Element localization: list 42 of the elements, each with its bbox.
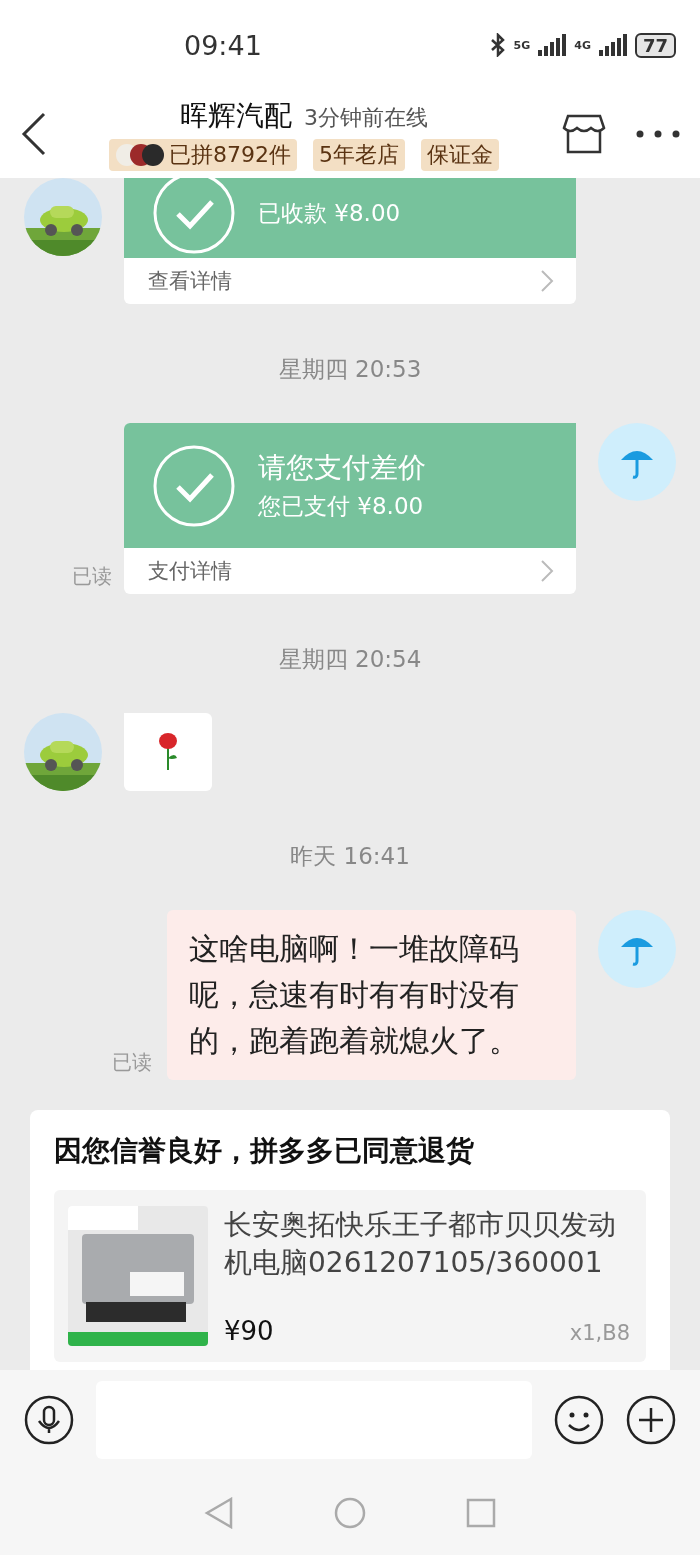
chevron-right-icon xyxy=(540,269,554,293)
emoji-icon[interactable] xyxy=(554,1395,604,1445)
timestamp: 星期四 20:53 xyxy=(277,355,423,384)
payment-card[interactable]: 已收款 ¥8.00 查看详情 xyxy=(124,178,576,304)
card-title: 请您支付差价 xyxy=(258,450,426,486)
online-status: 3分钟前在线 xyxy=(304,104,428,132)
back-icon[interactable] xyxy=(20,112,46,156)
chevron-right-icon xyxy=(540,559,554,583)
order-card[interactable]: 因您信誉良好，拼多多已同意退货 长安奥拓快乐王子都市贝贝发动机电脑0261207105/360001 ¥90 x1,B8 xyxy=(30,1110,670,1370)
shop-badge: 已拼8792件 xyxy=(109,139,297,171)
payment-amount: 已收款 ¥8.00 xyxy=(258,198,401,228)
product-panel[interactable]: 长安奥拓快乐王子都市贝贝发动机电脑0261207105/360001 ¥90 x1,B8 xyxy=(54,1190,646,1362)
timestamp: 昨天 16:41 xyxy=(289,842,411,871)
details-link[interactable]: 支付详情 xyxy=(148,557,232,585)
product-quantity: x1,B8 xyxy=(569,1321,630,1345)
shop-name: 晖辉汽配 xyxy=(180,98,292,134)
product-price: ¥90 xyxy=(224,1316,274,1346)
network-label: 5G xyxy=(513,38,531,52)
check-circle-icon xyxy=(152,443,236,528)
message-bubble: 这啥电脑啊！一堆故障码呢，怠速有时有有时没有的，跑着跑着就熄火了。 xyxy=(167,910,576,1080)
rose-icon xyxy=(157,732,179,772)
bluetooth-icon xyxy=(489,33,506,57)
plus-icon[interactable] xyxy=(626,1395,676,1445)
details-link[interactable]: 查看详情 xyxy=(148,267,232,295)
order-title: 因您信誉良好，拼多多已同意退货 xyxy=(54,1133,475,1169)
product-name: 长安奥拓快乐王子都市贝贝发动机电脑0261207105/360001 xyxy=(224,1207,617,1281)
battery-level: 77 xyxy=(634,32,676,58)
signal-icon xyxy=(598,34,627,56)
buyer-avatars-icon xyxy=(115,143,165,167)
shop-badge: 5年老店 xyxy=(313,139,405,171)
microphone-icon[interactable] xyxy=(24,1395,74,1445)
signal-icon xyxy=(538,34,567,56)
more-icon[interactable] xyxy=(636,130,680,138)
read-receipt: 已读 xyxy=(112,1049,152,1076)
store-icon[interactable] xyxy=(562,114,606,154)
read-receipt: 已读 xyxy=(72,563,112,590)
network-label: 4G xyxy=(574,38,591,52)
clock: 09:41 xyxy=(184,29,263,61)
timestamp: 星期四 20:54 xyxy=(277,645,423,674)
payment-amount: 您已支付 ¥8.00 xyxy=(258,492,425,521)
payment-card[interactable]: 请您支付差价 您已支付 ¥8.00 支付详情 xyxy=(124,423,576,594)
shop-badge: 保证金 xyxy=(421,139,499,171)
